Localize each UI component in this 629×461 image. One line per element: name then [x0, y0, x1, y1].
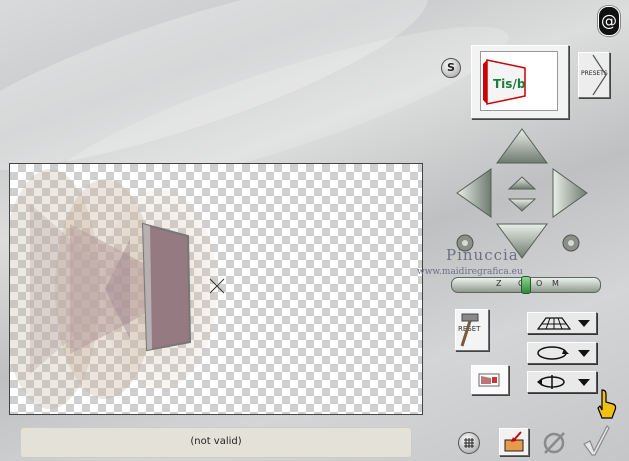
grid-perspective-icon: [536, 317, 572, 330]
arrow-down-small-icon[interactable]: [507, 198, 537, 212]
cancel-icon[interactable]: [540, 428, 568, 456]
direction-pad: [456, 128, 588, 259]
zoom-letter: O: [536, 279, 543, 288]
import-icon: [504, 431, 524, 452]
loop-icon: [537, 346, 569, 360]
arrow-up-icon[interactable]: [496, 128, 548, 164]
grid-perspective-dropdown[interactable]: [527, 312, 597, 334]
arrow-right-icon[interactable]: [552, 168, 588, 218]
thumbnail-icon: [478, 373, 500, 387]
s-icon[interactable]: S: [441, 58, 461, 78]
chevron-down-icon: [578, 320, 590, 327]
loop-dropdown[interactable]: [527, 342, 597, 364]
import-button[interactable]: [499, 428, 529, 456]
canvas[interactable]: [9, 163, 423, 415]
reset-button[interactable]: RESET: [455, 309, 489, 351]
zoom-slider[interactable]: Z O O M: [451, 276, 601, 294]
watermark-site: www.maidiregrafica.eu: [417, 267, 523, 277]
presets-arrow-icon: [592, 54, 607, 96]
chevron-down-icon: [578, 350, 590, 357]
pointing-hand-icon: [597, 389, 617, 419]
rotate-right-icon[interactable]: [562, 234, 580, 252]
grid-icon[interactable]: [458, 432, 480, 454]
watermark-name: Pinuccia: [446, 246, 519, 264]
s-label: S: [447, 61, 455, 74]
info-icon[interactable]: @: [598, 6, 620, 36]
presets-button[interactable]: PRESETS: [578, 52, 610, 98]
chevron-down-icon: [578, 379, 590, 386]
info-label: @: [601, 11, 617, 30]
reset-hammer-icon: [460, 313, 479, 347]
ok-check-icon[interactable]: [581, 424, 611, 456]
flip-icon: [537, 375, 565, 389]
canvas-image: [10, 169, 225, 409]
preview-thumb-text: Tis/b: [493, 77, 526, 91]
preview-image: Tis/b: [483, 59, 526, 105]
arrow-left-icon[interactable]: [456, 168, 492, 218]
preview-thumbnail[interactable]: Tis/b: [471, 45, 569, 119]
thumbnail-button[interactable]: [471, 365, 509, 395]
zoom-letter: M: [552, 279, 559, 288]
zoom-handle[interactable]: [521, 276, 531, 294]
zoom-letter: Z: [496, 279, 502, 288]
flip-dropdown[interactable]: [527, 371, 597, 393]
status-bar: (not valid): [20, 427, 412, 458]
arrow-up-small-icon[interactable]: [507, 176, 537, 190]
status-text: (not valid): [190, 436, 242, 447]
